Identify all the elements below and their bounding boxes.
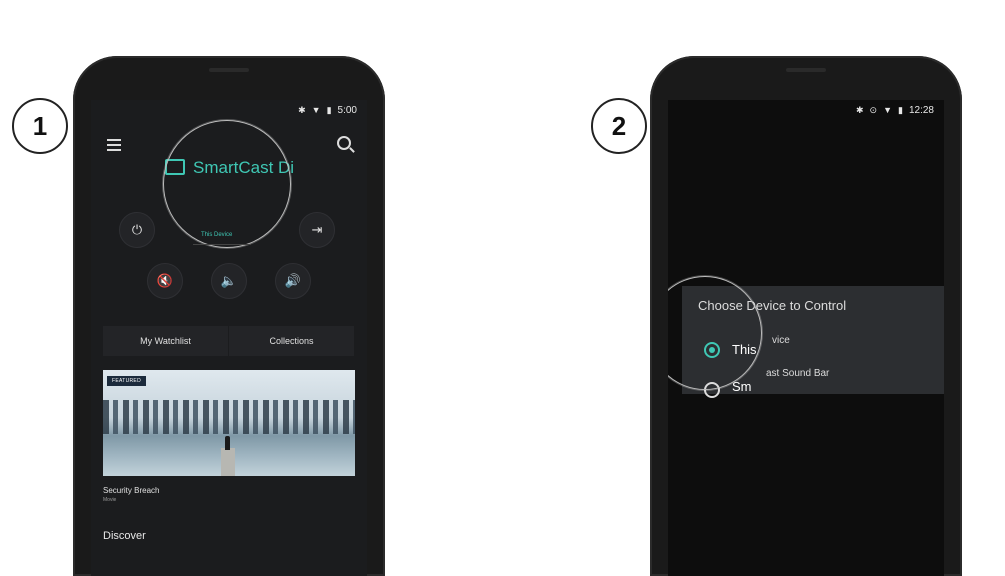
volume-down-button[interactable]: 🔈 — [211, 263, 247, 299]
card-title: Security Breach — [103, 486, 160, 495]
featured-card[interactable]: FEATURED — [103, 370, 355, 476]
sync-icon: ⊙ — [869, 104, 878, 115]
status-time: 12:28 — [908, 104, 934, 116]
phone-speaker — [209, 68, 249, 72]
option-this-device-rest[interactable]: vice — [772, 335, 790, 346]
phone-frame-step-2: ✱ ⊙ ▼ ▮ 12:28 Choose Device to Control T… — [650, 56, 962, 576]
phone-speaker — [786, 68, 826, 72]
search-icon[interactable] — [337, 136, 351, 150]
battery-icon: ▮ — [898, 104, 903, 115]
phone-frame-step-1: ✱ ▼ ▮ 5:00 SmartCast Di This Device ⏻ ⇥ … — [73, 56, 385, 576]
volume-down-icon: 🔈 — [220, 273, 238, 288]
bluetooth-icon: ✱ — [856, 104, 864, 115]
power-icon: ⏻ — [131, 222, 143, 237]
input-icon: ⇥ — [311, 222, 323, 237]
step-badge-1: 1 — [12, 98, 68, 154]
device-subtitle: This Device — [201, 232, 233, 238]
option-sound-bar-rest[interactable]: ast Sound Bar — [766, 368, 829, 379]
bluetooth-icon: ✱ — [298, 104, 306, 115]
content-tabs: My Watchlist Collections — [103, 326, 355, 356]
power-button[interactable]: ⏻ — [119, 212, 155, 248]
section-title-discover: Discover — [103, 530, 146, 542]
device-subtitle-underline — [193, 244, 251, 245]
volume-up-button[interactable]: 🔊 — [275, 263, 311, 299]
city-skyline-image — [103, 400, 355, 434]
person-silhouette — [225, 436, 230, 450]
step-badge-2: 2 — [591, 98, 647, 154]
wifi-icon: ▼ — [883, 105, 893, 115]
mute-button[interactable]: 🔇 — [147, 263, 183, 299]
status-bar: ✱ ⊙ ▼ ▮ 12:28 — [668, 100, 944, 120]
magnifier-circle — [163, 120, 291, 248]
battery-icon: ▮ — [326, 104, 332, 115]
featured-badge: FEATURED — [107, 376, 146, 386]
pier-image — [221, 448, 235, 476]
mute-icon: 🔇 — [156, 273, 174, 288]
input-button[interactable]: ⇥ — [299, 212, 335, 248]
menu-icon[interactable] — [107, 139, 121, 151]
status-time: 5:00 — [337, 104, 357, 116]
tab-my-watchlist[interactable]: My Watchlist — [103, 326, 229, 356]
app-screen-remote: ✱ ▼ ▮ 5:00 SmartCast Di This Device ⏻ ⇥ … — [91, 100, 367, 576]
card-subtitle: Movie — [103, 497, 117, 503]
app-screen-device-dialog: ✱ ⊙ ▼ ▮ 12:28 Choose Device to Control T… — [668, 100, 944, 576]
tab-collections[interactable]: Collections — [229, 326, 355, 356]
wifi-icon: ▼ — [311, 105, 321, 115]
volume-up-icon: 🔊 — [284, 273, 302, 288]
status-bar: ✱ ▼ ▮ 5:00 — [91, 100, 367, 120]
